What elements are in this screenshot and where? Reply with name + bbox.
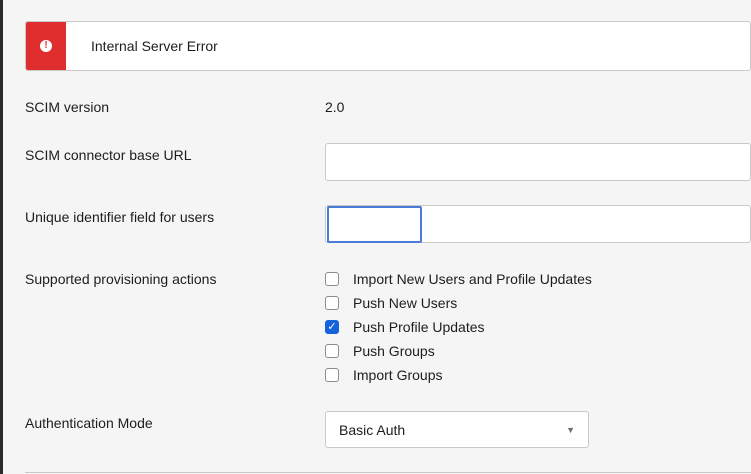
window-edge xyxy=(0,0,3,474)
checkbox-box[interactable] xyxy=(325,344,339,358)
checkbox-import-groups[interactable]: Import Groups xyxy=(325,365,442,385)
checkbox-box[interactable] xyxy=(325,272,339,286)
scim-version-label: SCIM version xyxy=(25,99,110,115)
scim-version-value: 2.0 xyxy=(325,99,345,115)
checkmark-icon: ✓ xyxy=(327,320,337,333)
checkbox-box[interactable] xyxy=(325,368,339,382)
auth-mode-select[interactable]: Basic Auth ▼ xyxy=(325,411,589,448)
unique-id-label: Unique identifier field for users xyxy=(25,209,215,225)
checkbox-push-new-users[interactable]: Push New Users xyxy=(325,293,457,313)
checkbox-label: Push New Users xyxy=(353,295,458,311)
exclamation-icon: ! xyxy=(40,40,52,52)
select-value: Basic Auth xyxy=(339,421,406,438)
checkbox-import-new-users[interactable]: Import New Users and Profile Updates xyxy=(325,269,592,289)
base-url-label: SCIM connector base URL xyxy=(25,147,192,163)
checkbox-push-profile-updates[interactable]: ✓ Push Profile Updates xyxy=(325,317,485,337)
checkbox-label: Import Groups xyxy=(353,367,443,383)
provisioning-label: Supported provisioning actions xyxy=(25,271,217,287)
checkbox-push-groups[interactable]: Push Groups xyxy=(325,341,435,361)
focus-highlight xyxy=(327,206,422,243)
alert-status-bar: ! xyxy=(26,22,66,70)
base-url-input[interactable] xyxy=(325,143,751,181)
chevron-down-icon: ▼ xyxy=(566,424,575,435)
checkbox-box[interactable] xyxy=(325,296,339,310)
alert-message: Internal Server Error xyxy=(91,38,218,54)
checkbox-label: Import New Users and Profile Updates xyxy=(353,271,592,287)
error-alert: ! Internal Server Error xyxy=(25,21,751,71)
checkbox-box[interactable]: ✓ xyxy=(325,320,339,334)
divider xyxy=(25,472,751,473)
checkbox-label: Push Profile Updates xyxy=(353,319,485,335)
auth-mode-label: Authentication Mode xyxy=(25,415,153,431)
checkbox-label: Push Groups xyxy=(353,343,435,359)
